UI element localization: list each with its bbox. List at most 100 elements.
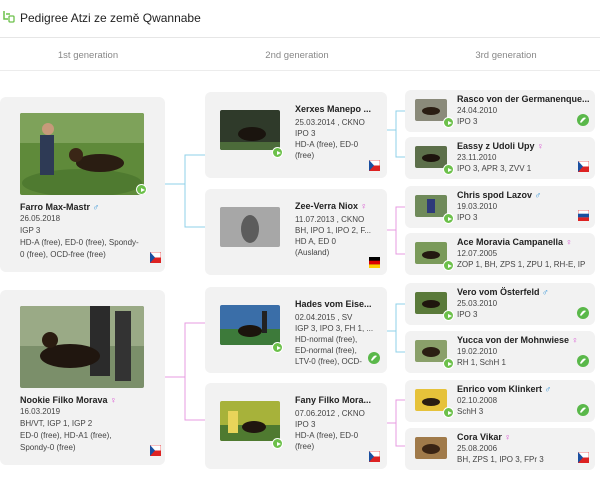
dog-titles: IPO 3 bbox=[457, 117, 478, 126]
play-video-icon[interactable] bbox=[443, 407, 454, 418]
dog-birthdate: 02.10.2008 bbox=[457, 396, 498, 405]
male-icon: ♂ bbox=[542, 287, 549, 297]
dog-name[interactable]: Chris spod Lazov ♂ bbox=[457, 190, 541, 200]
play-video-icon[interactable] bbox=[443, 213, 454, 224]
breed-logo-icon bbox=[368, 352, 380, 364]
male-icon: ♂ bbox=[544, 384, 552, 394]
play-video-icon[interactable] bbox=[136, 184, 147, 195]
female-icon: ♀ bbox=[571, 335, 579, 345]
female-icon: ♀ bbox=[110, 395, 117, 405]
dog-name[interactable]: Enrico vom Klinkert ♂ bbox=[457, 384, 551, 394]
dog-titles: IPO 3 bbox=[457, 310, 478, 319]
dog-name[interactable]: Yucca von der Mohnwiese ♀ bbox=[457, 335, 578, 345]
dog-health-cont: (free) bbox=[295, 442, 315, 451]
female-icon: ♀ bbox=[360, 201, 368, 211]
dog-name[interactable]: Rasco von der Germanenque... bbox=[457, 94, 590, 104]
dog-card-gen3-2[interactable]: Eassy z Udoli Upy ♀ 23.11.2010 IPO 3, AP… bbox=[405, 137, 595, 179]
dog-name[interactable]: Farro Max-Mastr ♂ bbox=[20, 202, 99, 212]
breed-logo-icon bbox=[577, 404, 589, 416]
dog-card-dam[interactable]: Nookie Filko Morava ♀ 16.03.2019 BH/VT, … bbox=[0, 290, 165, 465]
country-flag-icon bbox=[369, 451, 380, 462]
dog-card-gen3-3[interactable]: Chris spod Lazov ♂ 19.03.2010 IPO 3 bbox=[405, 186, 595, 228]
dog-birth-info: 25.03.2014 , CKNO bbox=[295, 118, 365, 127]
connector-x-2 bbox=[387, 206, 405, 255]
dog-photo[interactable] bbox=[415, 195, 447, 217]
dog-name[interactable]: Eassy z Udoli Upy ♀ bbox=[457, 141, 544, 151]
dog-titles: SchH 3 bbox=[457, 407, 484, 416]
country-flag-icon bbox=[369, 257, 380, 268]
play-video-icon[interactable] bbox=[272, 342, 283, 353]
dog-birth-info: 07.06.2012 , CKNO bbox=[295, 409, 365, 418]
dog-card-gen3-1[interactable]: Rasco von der Germanenque... 24.04.2010 … bbox=[405, 90, 595, 132]
dog-birth-info: 11.07.2013 , CKNO bbox=[295, 215, 365, 224]
dog-card-gen3-5[interactable]: Vero vom Österfeld ♂ 25.03.2010 IPO 3 bbox=[405, 283, 595, 325]
country-flag-icon bbox=[150, 252, 161, 263]
play-video-icon[interactable] bbox=[443, 164, 454, 175]
dog-card-dam-dam[interactable]: Fany Filko Mora... 07.06.2012 , CKNO IPO… bbox=[205, 383, 387, 469]
dog-health: HD-normal (free), bbox=[295, 335, 358, 344]
country-flag-icon bbox=[150, 445, 161, 456]
dog-photo[interactable] bbox=[20, 113, 144, 195]
dog-titles: IPO 3 bbox=[295, 420, 316, 429]
dog-photo[interactable] bbox=[415, 292, 447, 314]
dog-photo[interactable] bbox=[220, 401, 280, 441]
sire-connector bbox=[165, 154, 205, 228]
dog-name[interactable]: Hades vom Eise... bbox=[295, 299, 372, 309]
dog-card-dam-sire[interactable]: Hades vom Eise... 02.04.2015 , SV IGP 3,… bbox=[205, 287, 387, 373]
dog-card-gen3-8[interactable]: Cora Vikar ♀ 25.08.2006 BH, ZPS 1, IPO 3… bbox=[405, 428, 595, 470]
dog-birthdate: 16.03.2019 bbox=[20, 407, 61, 416]
dog-name[interactable]: Zee-Verra Niox ♀ bbox=[295, 201, 367, 211]
dog-card-sire-dam[interactable]: Zee-Verra Niox ♀ 11.07.2013 , CKNO BH, I… bbox=[205, 189, 387, 275]
dam-connector bbox=[165, 322, 205, 421]
play-video-icon[interactable] bbox=[272, 147, 283, 158]
country-flag-icon bbox=[578, 161, 589, 172]
dog-photo[interactable] bbox=[220, 207, 280, 247]
dog-name[interactable]: Vero vom Österfeld ♂ bbox=[457, 287, 549, 297]
breed-logo-icon bbox=[577, 307, 589, 319]
dog-photo[interactable] bbox=[415, 99, 447, 121]
connector-x-3 bbox=[387, 303, 405, 353]
dog-photo[interactable] bbox=[220, 305, 280, 345]
dog-birthdate: 24.04.2010 bbox=[457, 106, 498, 115]
dog-name[interactable]: Nookie Filko Morava ♀ bbox=[20, 395, 117, 405]
dog-birthdate: 23.11.2010 bbox=[457, 153, 497, 162]
play-video-icon[interactable] bbox=[443, 260, 454, 271]
dog-health: HD A, ED 0 bbox=[295, 237, 336, 246]
dog-card-gen3-7[interactable]: Enrico vom Klinkert ♂ 02.10.2008 SchH 3 bbox=[405, 380, 595, 422]
country-flag-icon bbox=[578, 452, 589, 463]
dog-card-gen3-4[interactable]: Ace Moravia Campanella ♀ 12.07.2005 ZOP … bbox=[405, 233, 595, 275]
country-flag-icon bbox=[578, 210, 589, 221]
dog-card-sire-sire[interactable]: Xerxes Manepo ... 25.03.2014 , CKNO IPO … bbox=[205, 92, 387, 178]
dog-name[interactable]: Cora Vikar ♀ bbox=[457, 432, 511, 442]
dog-health-cont: (free) bbox=[295, 151, 315, 160]
play-video-icon[interactable] bbox=[443, 117, 454, 128]
breed-logo-icon bbox=[577, 114, 589, 126]
dog-health: HD-A (free), ED-0 (free), Spondy- bbox=[20, 238, 139, 247]
dog-birthdate: 19.02.2010 bbox=[457, 347, 498, 356]
female-icon: ♀ bbox=[504, 432, 512, 442]
dog-photo[interactable] bbox=[415, 340, 447, 362]
dog-birthdate: 26.05.2018 bbox=[20, 214, 61, 223]
male-icon: ♂ bbox=[534, 190, 542, 200]
dog-photo[interactable] bbox=[415, 389, 447, 411]
play-video-icon[interactable] bbox=[443, 358, 454, 369]
dog-photo[interactable] bbox=[415, 146, 447, 168]
play-video-icon[interactable] bbox=[443, 310, 454, 321]
dog-photo[interactable] bbox=[20, 306, 144, 388]
dog-name[interactable]: Xerxes Manepo ... bbox=[295, 104, 371, 114]
connector-x-1 bbox=[387, 110, 405, 158]
dog-photo[interactable] bbox=[415, 242, 447, 264]
dog-titles: BH/VT, IGP 1, IGP 2 bbox=[20, 419, 93, 428]
dog-name[interactable]: Fany Filko Mora... bbox=[295, 395, 371, 405]
dog-card-sire[interactable]: Farro Max-Mastr ♂ 26.05.2018 IGP 3 HD-A … bbox=[0, 97, 165, 272]
dog-photo[interactable] bbox=[220, 110, 280, 150]
male-icon: ♂ bbox=[92, 202, 100, 212]
dog-titles: IGP 3, IPO 3, FH 1, ... bbox=[295, 324, 374, 333]
play-video-icon[interactable] bbox=[272, 438, 283, 449]
dog-card-gen3-6[interactable]: Yucca von der Mohnwiese ♀ 19.02.2010 RH … bbox=[405, 331, 595, 373]
dog-name[interactable]: Ace Moravia Campanella ♀ bbox=[457, 237, 572, 247]
dog-birthdate: 12.07.2005 bbox=[457, 249, 498, 258]
dog-photo[interactable] bbox=[415, 437, 447, 459]
breed-logo-icon bbox=[577, 355, 589, 367]
dog-titles: IPO 3 bbox=[457, 213, 478, 222]
